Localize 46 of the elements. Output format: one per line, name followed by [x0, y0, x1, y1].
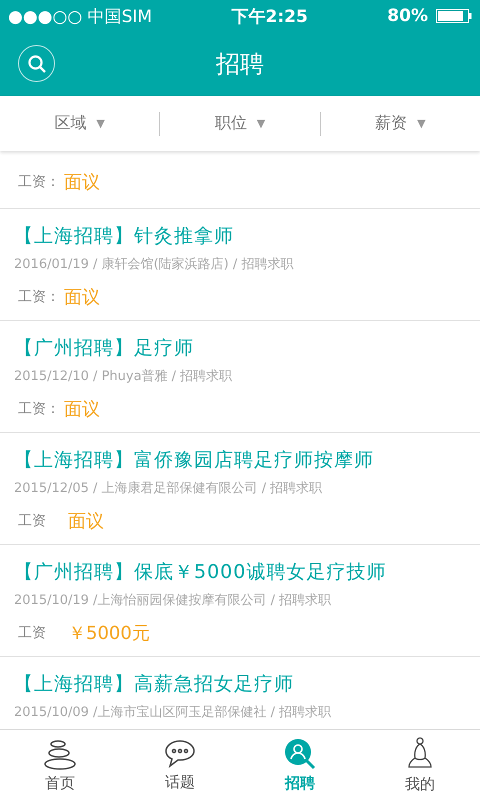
- job-meta: 2015/12/05 / 上海康君足部保健有限公司 / 招聘求职: [14, 480, 324, 497]
- tab-bar-item[interactable]: 招聘: [240, 730, 360, 800]
- filter-dropdown[interactable]: 薪资 ▼: [320, 112, 480, 136]
- tab-bar-item[interactable]: 话题: [120, 730, 240, 800]
- job-card[interactable]: 工资： 面议: [0, 151, 480, 209]
- job-card[interactable]: 【广州招聘】足疗师 2015/12/10 / Phuya普雅 / 招聘求职 工资： 面议: [0, 321, 480, 433]
- salary-label: 工资：: [17, 173, 60, 191]
- salary-value: 面议: [64, 171, 100, 194]
- job-meta: 2015/12/10 / Phuya普雅 / 招聘求职: [14, 368, 234, 385]
- page-title: 招聘: [216, 49, 264, 80]
- search-icon: [26, 54, 46, 74]
- carrier-text: ●●●○○ 中国SIM: [8, 6, 152, 28]
- job-title: 【广州招聘】保底￥5000诚聘女足疗技师: [14, 560, 388, 583]
- job-title: 【上海招聘】高薪急招女足疗师: [14, 672, 295, 695]
- clock-text: 下午2:25: [232, 6, 308, 28]
- tab-bar-item[interactable]: 首页: [0, 730, 120, 800]
- meditation-figure-icon: [406, 736, 434, 770]
- filter-dropdown[interactable]: 职位 ▼: [160, 112, 321, 136]
- job-card[interactable]: 【上海招聘】针灸推拿师 2016/01/19 / 康轩会馆(陆家浜路店) / 招聘求职 工资： 面议: [0, 209, 480, 321]
- stones-icon: [42, 738, 78, 770]
- tab-bar-item[interactable]: 我的: [360, 730, 480, 800]
- job-title: 【上海招聘】针灸推拿师: [14, 224, 235, 247]
- filter-dropdown[interactable]: 区域 ▼: [0, 112, 160, 136]
- salary-value: 面议: [64, 286, 100, 309]
- salary-label: 工资: [17, 512, 46, 530]
- job-meta: 2016/01/19 / 康轩会馆(陆家浜路店) / 招聘求职: [14, 256, 294, 273]
- salary-value: ￥5000元: [68, 622, 150, 645]
- search-button[interactable]: [18, 45, 55, 82]
- job-card[interactable]: 【上海招聘】富侨豫园店聘足疗师按摩师 2015/12/05 / 上海康君足部保健有限公司 / 招聘求职 工资 面议: [0, 433, 480, 545]
- battery-icon: [436, 8, 472, 24]
- person-search-icon: [284, 738, 316, 770]
- caret-icon: ▼: [417, 117, 426, 130]
- speech-bubble-icon: [164, 738, 196, 768]
- job-card[interactable]: 【广州招聘】保底￥5000诚聘女足疗技师 2015/10/19 /上海怡丽园保健按摩有限公司 / 招聘求职 工资 ￥5000元: [0, 545, 480, 657]
- battery-text: 80%: [387, 6, 428, 26]
- salary-value: 面议: [64, 398, 100, 421]
- salary-value: 面议: [68, 510, 104, 533]
- caret-icon: ▼: [256, 117, 266, 130]
- job-title: 【广州招聘】足疗师: [14, 336, 195, 359]
- caret-icon: ▼: [96, 117, 105, 130]
- salary-label: 工资: [17, 624, 46, 642]
- job-title: 【上海招聘】富侨豫园店聘足疗师按摩师: [14, 448, 375, 471]
- job-meta: 2015/10/19 /上海怡丽园保健按摩有限公司 / 招聘求职: [14, 592, 332, 609]
- job-meta: 2015/10/09 /上海市宝山区阿玉足部保健社 / 招聘求职: [14, 704, 332, 721]
- salary-label: 工资：: [17, 288, 60, 306]
- salary-label: 工资：: [17, 400, 60, 418]
